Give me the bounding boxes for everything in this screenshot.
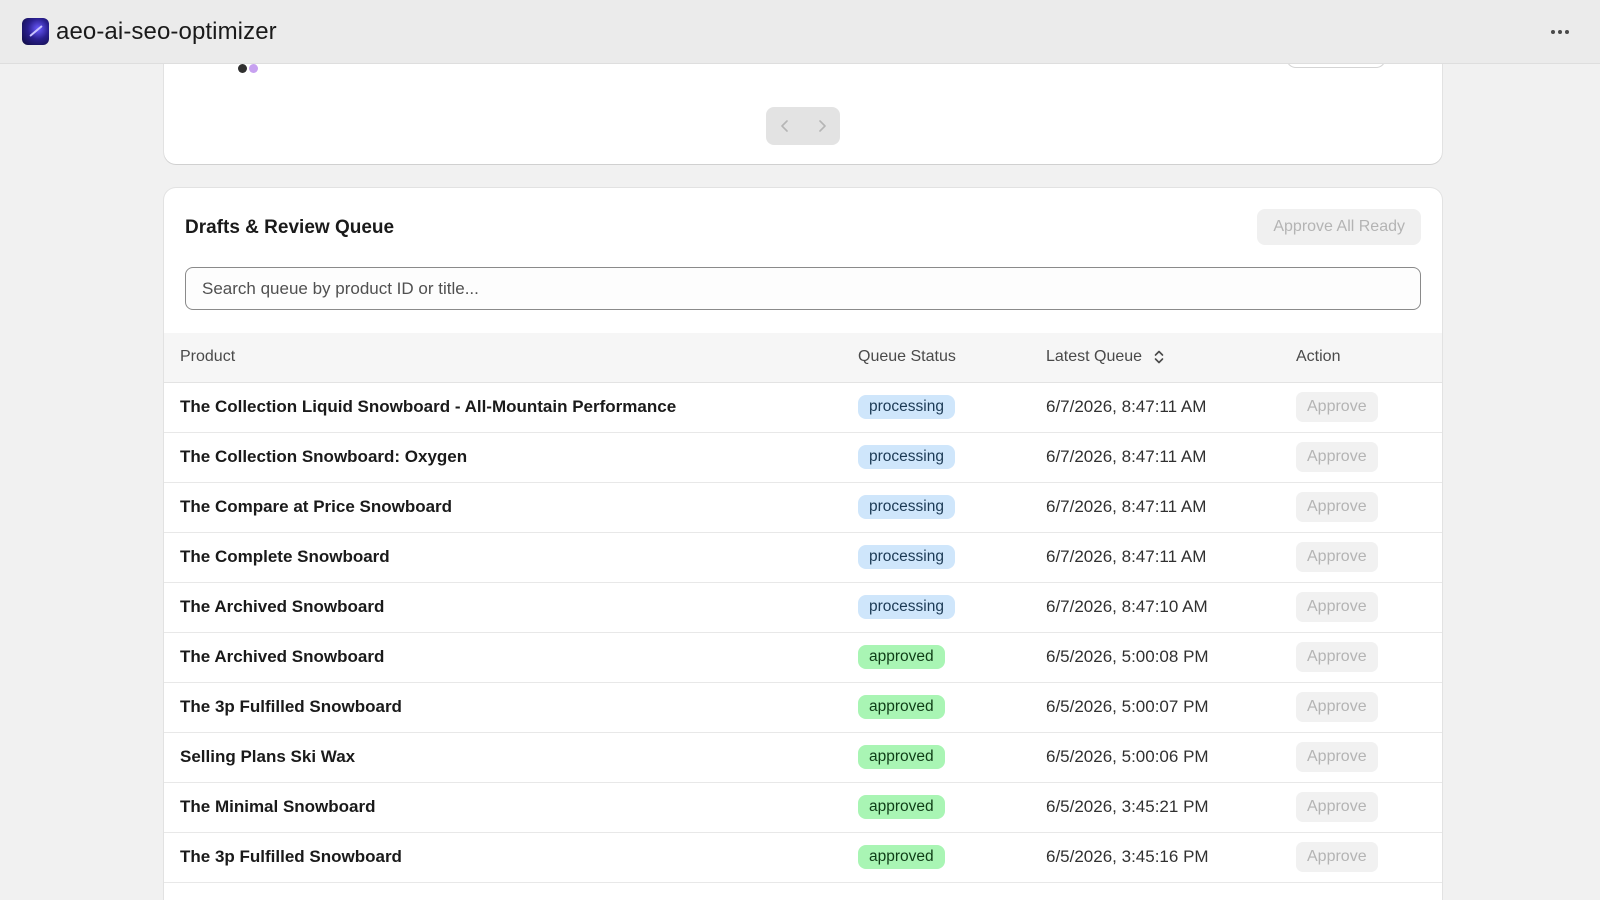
queue-table: Product Queue Status Latest Queue Action… (164, 333, 1442, 883)
product-title-cell: Selling Plans Ski Wax (164, 732, 858, 783)
approve-button[interactable]: Approve (1296, 692, 1378, 722)
action-cell: Approve (1296, 682, 1442, 733)
queue-status-cell: processing (858, 582, 1046, 633)
action-cell: Approve (1296, 632, 1442, 683)
approve-button[interactable]: Approve (1296, 542, 1378, 572)
status-badge: approved (858, 745, 945, 769)
table-row[interactable]: Selling Plans Ski Wax approved 6/5/2026, 5… (164, 732, 1442, 783)
approve-button[interactable]: Approve (1296, 742, 1378, 772)
product-title-cell: The Archived Snowboard (164, 632, 858, 683)
app-title: aeo-ai-seo-optimizer (56, 17, 277, 45)
action-cell: Approve (1296, 782, 1442, 833)
status-badge: processing (858, 595, 955, 619)
status-badge: processing (858, 445, 955, 469)
queue-search-input[interactable] (202, 278, 1404, 299)
queue-status-cell: processing (858, 432, 1046, 483)
pagination-prev-button[interactable] (779, 119, 791, 133)
latest-queue-date-cell: 6/5/2026, 5:00:07 PM (1046, 682, 1296, 733)
queue-status-cell: approved (858, 832, 1046, 883)
status-badge: approved (858, 695, 945, 719)
approve-button[interactable]: Approve (1296, 642, 1378, 672)
sort-updown-icon[interactable] (1153, 349, 1165, 365)
approve-button[interactable]: Approve (1296, 592, 1378, 622)
app-logo-icon (22, 18, 49, 45)
latest-queue-date-cell: 6/5/2026, 5:00:06 PM (1046, 732, 1296, 783)
table-row[interactable]: The Complete Snowboard processing 6/7/2026… (164, 532, 1442, 583)
action-cell: Approve (1296, 582, 1442, 633)
column-header-status: Queue Status (858, 333, 1046, 383)
approve-button[interactable]: Approve (1296, 792, 1378, 822)
latest-queue-date-cell: 6/7/2026, 8:47:11 AM (1046, 482, 1296, 533)
queue-status-cell: approved (858, 732, 1046, 783)
review-queue-card: Drafts & Review Queue Approve All Ready … (164, 188, 1442, 900)
table-header-row: Product Queue Status Latest Queue Action (164, 333, 1442, 383)
table-row[interactable]: The Archived Snowboard approved 6/5/2026, … (164, 632, 1442, 683)
action-cell: Approve (1296, 832, 1442, 883)
latest-queue-date-cell: 6/7/2026, 8:47:11 AM (1046, 532, 1296, 583)
swatch-purple (249, 64, 258, 73)
queue-search-field[interactable] (185, 267, 1421, 310)
queue-status-cell: processing (858, 532, 1046, 583)
table-row[interactable]: The 3p Fulfilled Snowboard approved 6/5/20… (164, 832, 1442, 883)
approve-button[interactable]: Approve (1296, 442, 1378, 472)
status-badge: processing (858, 545, 955, 569)
column-header-action: Action (1296, 333, 1442, 383)
product-title-cell: The Collection Snowboard: Oxygen (164, 432, 858, 483)
product-title-cell: The 3p Fulfilled Snowboard (164, 832, 858, 883)
status-badge: approved (858, 845, 945, 869)
product-title-cell: The Collection Liquid Snowboard - All-Mo… (164, 382, 858, 433)
queue-status-cell: approved (858, 632, 1046, 683)
latest-queue-date-cell: 6/5/2026, 3:45:21 PM (1046, 782, 1296, 833)
table-row[interactable]: The 3p Fulfilled Snowboard approved 6/5/20… (164, 682, 1442, 733)
latest-queue-date-cell: 6/7/2026, 8:47:11 AM (1046, 432, 1296, 483)
queue-status-cell: processing (858, 382, 1046, 433)
table-row[interactable]: The Minimal Snowboard approved 6/5/2026, 3… (164, 782, 1442, 833)
app-header: aeo-ai-seo-optimizer (0, 0, 1600, 64)
column-header-latest-queue-label: Latest Queue (1046, 348, 1143, 366)
product-title-cell: The Archived Snowboard (164, 582, 858, 633)
more-horizontal-icon (1551, 30, 1555, 34)
product-title-cell: The 3p Fulfilled Snowboard (164, 682, 858, 733)
chevron-right-icon (818, 120, 826, 132)
column-header-latest-queue[interactable]: Latest Queue (1046, 333, 1296, 383)
color-swatches (238, 64, 258, 73)
status-badge: approved (858, 645, 945, 669)
table-row[interactable]: The Archived Snowboard processing 6/7/2026… (164, 582, 1442, 633)
more-options-button[interactable] (1546, 20, 1574, 44)
queue-status-cell: approved (858, 682, 1046, 733)
product-title-cell: The Minimal Snowboard (164, 782, 858, 833)
status-badge: processing (858, 495, 955, 519)
pagination (766, 107, 840, 145)
queue-status-cell: approved (858, 782, 1046, 833)
column-header-product: Product (164, 333, 858, 383)
status-badge: processing (858, 395, 955, 419)
approve-button[interactable]: Approve (1296, 492, 1378, 522)
latest-queue-date-cell: 6/7/2026, 8:47:11 AM (1046, 382, 1296, 433)
queue-status-cell: processing (858, 482, 1046, 533)
action-cell: Approve (1296, 532, 1442, 583)
latest-queue-date-cell: 6/5/2026, 5:00:08 PM (1046, 632, 1296, 683)
latest-queue-date-cell: 6/7/2026, 8:47:10 AM (1046, 582, 1296, 633)
approve-all-ready-button[interactable]: Approve All Ready (1257, 209, 1421, 245)
action-cell: Approve (1296, 432, 1442, 483)
swatch-dark (238, 64, 247, 73)
action-cell: Approve (1296, 482, 1442, 533)
queue-table-body: The Collection Liquid Snowboard - All-Mo… (164, 382, 1442, 883)
action-cell: Approve (1296, 732, 1442, 783)
latest-queue-date-cell: 6/5/2026, 3:45:16 PM (1046, 832, 1296, 883)
table-row[interactable]: The Collection Liquid Snowboard - All-Mo… (164, 382, 1442, 433)
table-row[interactable]: The Collection Snowboard: Oxygen processi… (164, 432, 1442, 483)
action-cell: Approve (1296, 382, 1442, 433)
product-title-cell: The Compare at Price Snowboard (164, 482, 858, 533)
approve-button[interactable]: Approve (1296, 392, 1378, 422)
pagination-next-button[interactable] (816, 119, 828, 133)
status-badge: approved (858, 795, 945, 819)
chevron-left-icon (780, 120, 788, 132)
product-title-cell: The Complete Snowboard (164, 532, 858, 583)
approve-button[interactable]: Approve (1296, 842, 1378, 872)
queue-title: Drafts & Review Queue (185, 217, 395, 238)
table-row[interactable]: The Compare at Price Snowboard processing… (164, 482, 1442, 533)
